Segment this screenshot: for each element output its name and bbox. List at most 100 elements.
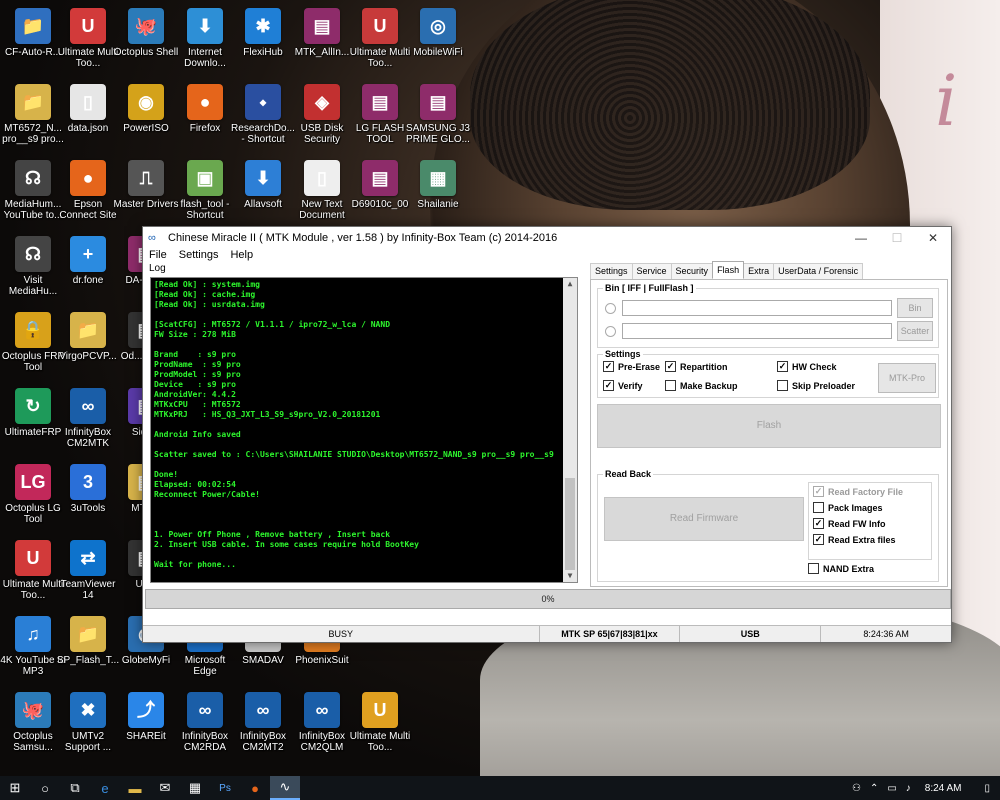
desktop-icon[interactable]: ▤ MTK_AllIn...: [289, 8, 355, 58]
skip-preloader-checkbox[interactable]: Skip Preloader: [777, 380, 855, 391]
read-back-options: ✓ Read Factory File Pack Images ✓ Read FW …: [808, 482, 932, 560]
desktop-icon[interactable]: ▤ LG FLASH TOOL: [347, 84, 413, 145]
flash-button[interactable]: Flash: [597, 404, 941, 448]
desktop-icon[interactable]: ▯ data.json: [55, 84, 121, 134]
menu-help[interactable]: Help: [230, 249, 253, 263]
desktop-icon[interactable]: 🐙 Octoplus Shell: [113, 8, 179, 58]
menu-settings[interactable]: Settings: [179, 249, 219, 263]
cm2-taskbar-icon[interactable]: ∿: [270, 776, 300, 800]
app-icon: ▤: [304, 8, 340, 44]
people-icon[interactable]: ⚇: [852, 783, 861, 794]
log-console[interactable]: [Read Ok] : system.img [Read Ok] : cache…: [150, 277, 578, 583]
mail-taskbar-icon[interactable]: ✉: [150, 776, 180, 800]
desktop-icon[interactable]: ◎ MobileWiFi: [405, 8, 471, 58]
close-button[interactable]: ✕: [915, 227, 951, 249]
clock[interactable]: 8:24 AM: [925, 783, 962, 794]
tab-extra[interactable]: Extra: [743, 263, 775, 279]
desktop-icon[interactable]: ⎍ Master Drivers: [113, 160, 179, 210]
app-icon: ▤: [362, 84, 398, 120]
desktop-icon[interactable]: ● Epson Connect Site: [55, 160, 121, 221]
bin-radio[interactable]: [605, 303, 616, 314]
desktop-icon[interactable]: ▤ SAMSUNG J3 PRIME GLO...: [405, 84, 471, 145]
bin-path-field[interactable]: [622, 300, 892, 316]
tab-userdata-forensic[interactable]: UserData / Forensic: [773, 263, 864, 279]
taskbar-search-icon[interactable]: ○: [30, 776, 60, 800]
read-factory-file-checkbox[interactable]: ✓ Read Factory File: [813, 486, 903, 497]
hw-check-checkbox[interactable]: ✓ HW Check: [777, 361, 837, 372]
notification-icon[interactable]: ▯: [984, 783, 990, 794]
calculator-taskbar-icon[interactable]: ▦: [180, 776, 210, 800]
wallpaper-letter: i: [935, 60, 958, 142]
desktop-icon[interactable]: ∞ InfinityBox CM2RDA: [172, 692, 238, 753]
scroll-down-icon[interactable]: ▼: [563, 570, 577, 582]
infinity-app-icon: ∞: [148, 232, 156, 244]
desktop-icon[interactable]: ▤ D69010c_00: [347, 160, 413, 210]
chevron-up-icon[interactable]: ⌃: [870, 783, 878, 794]
title-bar[interactable]: ∞ Chinese Miracle II ( MTK Module , ver …: [143, 227, 951, 249]
desktop-icon[interactable]: ✱ FlexiHub: [230, 8, 296, 58]
nand-extra-checkbox[interactable]: NAND Extra: [808, 563, 874, 574]
read-extra-files-checkbox[interactable]: ✓ Read Extra files: [813, 534, 896, 545]
scatter-radio[interactable]: [605, 326, 616, 337]
desktop-icon-label: data.json: [67, 123, 109, 134]
verify-checkbox[interactable]: ✓ Verify: [603, 380, 643, 391]
desktop-icon[interactable]: ∞ InfinityBox CM2MT2: [230, 692, 296, 753]
desktop-icon[interactable]: 📁 VirgoPCVP...: [55, 312, 121, 362]
task-view-icon[interactable]: ⧉: [60, 776, 90, 800]
menu-file[interactable]: File: [149, 249, 167, 263]
tab-flash[interactable]: Flash: [712, 261, 745, 278]
check-icon: ✓: [813, 534, 824, 545]
desktop-icon[interactable]: ∞ InfinityBox CM2QLM: [289, 692, 355, 753]
app-icon: ✖: [70, 692, 106, 728]
desktop-icon[interactable]: ● Firefox: [172, 84, 238, 134]
desktop-icon[interactable]: + dr.fone: [55, 236, 121, 286]
edge-taskbar-icon[interactable]: e: [90, 776, 120, 800]
desktop-icon[interactable]: ▣ flash_tool - Shortcut: [172, 160, 238, 221]
desktop-icon[interactable]: ⬩ ResearchDo... - Shortcut: [230, 84, 296, 145]
menu-bar: File Settings Help: [143, 249, 951, 263]
desktop-icon-label: Allavsoft: [244, 199, 282, 210]
desktop-icon[interactable]: 📁 SP_Flash_T...: [55, 616, 121, 666]
desktop-icon[interactable]: ▦ Shailanie: [405, 160, 471, 210]
tab-security[interactable]: Security: [670, 263, 714, 279]
read-firmware-button[interactable]: Read Firmware: [604, 497, 804, 541]
scatter-path-field[interactable]: [622, 323, 892, 339]
pack-images-checkbox[interactable]: Pack Images: [813, 502, 883, 513]
photoshop-taskbar-icon[interactable]: Ps: [210, 776, 240, 800]
desktop-icon[interactable]: ⇄ TeamViewer 14: [55, 540, 121, 601]
scroll-up-icon[interactable]: ▲: [563, 278, 577, 290]
desktop-icon[interactable]: ⬇ Internet Downlo...: [172, 8, 238, 69]
app-icon: ▤: [362, 160, 398, 196]
maximize-button[interactable]: ☐: [879, 227, 915, 249]
desktop-icon[interactable]: ⤴ SHAREit: [113, 692, 179, 742]
explorer-taskbar-icon[interactable]: ▬: [120, 776, 150, 800]
network-icon[interactable]: ▭: [887, 783, 896, 794]
desktop-icon[interactable]: ◉ PowerISO: [113, 84, 179, 134]
desktop-icon[interactable]: ◈ USB Disk Security: [289, 84, 355, 145]
make-backup-checkbox[interactable]: Make Backup: [665, 380, 738, 391]
check-icon: ✓: [813, 518, 824, 529]
desktop-icon[interactable]: ✖ UMTv2 Support ...: [55, 692, 121, 753]
scatter-button[interactable]: Scatter: [897, 321, 933, 341]
scroll-thumb[interactable]: [565, 478, 575, 570]
desktop-icon[interactable]: ⬇ Allavsoft: [230, 160, 296, 210]
tab-settings[interactable]: Settings: [590, 263, 633, 279]
desktop-icon[interactable]: ▯ New Text Document: [289, 160, 355, 221]
minimize-button[interactable]: —: [843, 227, 879, 249]
desktop-icon[interactable]: U Ultimate Multi Too...: [347, 692, 413, 753]
desktop-icon[interactable]: U Ultimate Multi Too...: [347, 8, 413, 69]
desktop-icon[interactable]: U Ultimate Multi Too...: [55, 8, 121, 69]
mtk-pro-button[interactable]: MTK-Pro: [878, 363, 936, 393]
firefox-taskbar-icon[interactable]: ●: [240, 776, 270, 800]
desktop-icon-label: 3uTools: [70, 503, 106, 514]
desktop-icon[interactable]: ∞ InfinityBox CM2MTK: [55, 388, 121, 449]
bin-button[interactable]: Bin: [897, 298, 933, 318]
log-scrollbar[interactable]: ▲ ▼: [563, 278, 577, 582]
desktop-icon[interactable]: 3 3uTools: [55, 464, 121, 514]
read-fw-info-checkbox[interactable]: ✓ Read FW Info: [813, 518, 886, 529]
tab-service[interactable]: Service: [631, 263, 672, 279]
volume-icon[interactable]: ♪: [906, 783, 911, 794]
repartition-checkbox[interactable]: ✓ Repartition: [665, 361, 728, 372]
start-button[interactable]: ⊞: [0, 776, 30, 800]
pre-erase-checkbox[interactable]: ✓ Pre-Erase: [603, 361, 660, 372]
